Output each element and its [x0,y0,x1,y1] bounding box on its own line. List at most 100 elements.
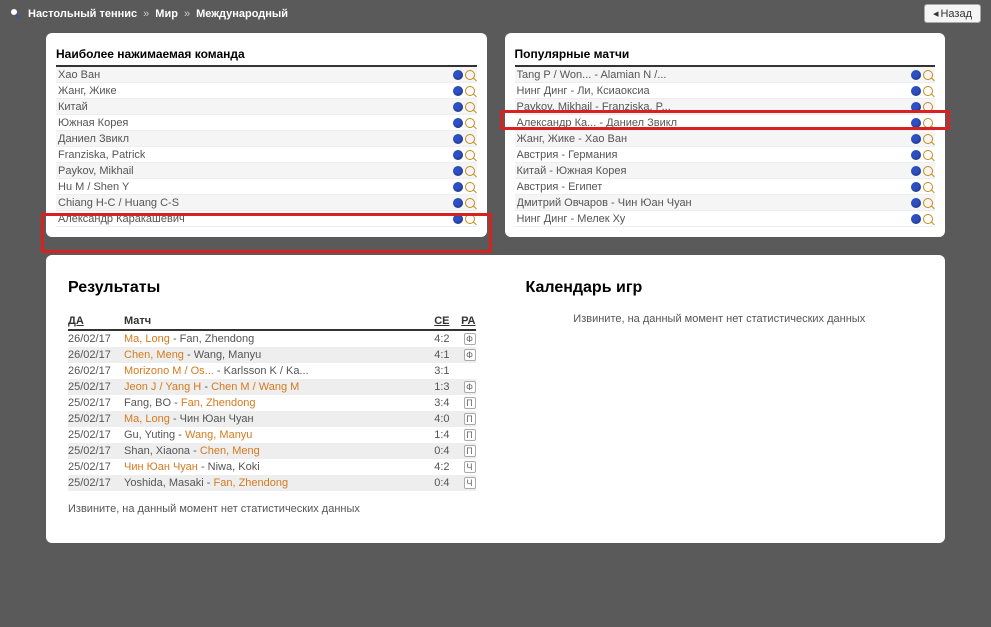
team-row[interactable]: Paykov, Mikhail [56,163,477,179]
home-link[interactable]: Чин Юан Чуан [124,461,198,473]
away-link[interactable]: Wang, Manyu [185,429,252,441]
home-link[interactable]: Ma, Long [124,413,170,425]
match-label: Александр Ка... - Даниел Звикл [517,117,678,129]
team-row[interactable]: Chiang H-C / Huang C-S [56,195,477,211]
match-row[interactable]: Нинг Динг - Ли, Ксиаоксиа [515,83,936,99]
result-date: 25/02/17 [68,477,124,489]
search-icon[interactable] [465,198,475,208]
match-row[interactable]: Tang P / Won... - Alamian N /... [515,67,936,83]
match-row[interactable]: Дмитрий Овчаров - Чин Юан Чуан [515,195,936,211]
search-icon[interactable] [923,86,933,96]
result-row[interactable]: 25/02/17 Чин Юан Чуан - Niwa, Koki 4:2 Ч [68,459,476,475]
match-row[interactable]: Paykov, Mikhail - Franziska, P... [515,99,936,115]
result-row[interactable]: 26/02/17 Chen, Meng - Wang, Manyu 4:1 Ф [68,347,476,363]
home-link[interactable]: Morizono M / Os... [124,365,214,377]
chevron-left-icon: ◂ [933,7,939,20]
dot-icon [911,166,921,176]
search-icon[interactable] [465,118,475,128]
home-team: Yoshida, Masaki [124,477,204,489]
search-icon[interactable] [923,102,933,112]
team-row[interactable]: Китай [56,99,477,115]
home-link[interactable]: Jeon J / Yang H [124,381,201,393]
col-pa[interactable]: РА [461,315,475,327]
dot-icon [453,70,463,80]
dot-icon [453,166,463,176]
team-row[interactable]: Hu M / Shen Y [56,179,477,195]
result-score: 4:2 [418,333,450,345]
back-button[interactable]: ◂ Назад [924,4,981,23]
away-link[interactable]: Fan, Zhendong [214,477,289,489]
match-row[interactable]: Жанг, Жике - Хао Ван [515,131,936,147]
team-row[interactable]: Жанг, Жике [56,83,477,99]
round-badge: П [464,413,476,425]
breadcrumb-sep: » [143,8,149,20]
breadcrumb-region[interactable]: Мир [155,8,178,20]
match-label: Китай - Южная Корея [517,165,627,177]
result-date: 26/02/17 [68,333,124,345]
result-score: 4:0 [418,413,450,425]
breadcrumb-sport[interactable]: Настольный теннис [28,8,137,20]
teams-panel: Наиболее нажимаемая команда Хао Ван Жанг… [46,33,487,237]
team-row[interactable]: Южная Корея [56,115,477,131]
match-row[interactable]: Австрия - Германия [515,147,936,163]
team-label: Хао Ван [58,69,100,81]
result-row[interactable]: 25/02/17 Yoshida, Masaki - Fan, Zhendong… [68,475,476,491]
result-row[interactable]: 26/02/17 Morizono M / Os... - Karlsson K… [68,363,476,379]
match-row[interactable]: Австрия - Египет [515,179,936,195]
search-icon[interactable] [923,118,933,128]
match-row[interactable]: Нинг Динг - Мелек Ху [515,211,936,227]
dot-icon [911,118,921,128]
home-link[interactable]: Chen, Meng [124,349,184,361]
team-row[interactable]: Даниел Звикл [56,131,477,147]
search-icon[interactable] [465,86,475,96]
result-row[interactable]: 26/02/17 Ma, Long - Fan, Zhendong 4:2 Ф [68,331,476,347]
round-badge: П [464,397,476,409]
search-icon[interactable] [465,182,475,192]
search-icon[interactable] [923,214,933,224]
team-row[interactable]: Хао Ван [56,67,477,83]
result-row[interactable]: 25/02/17 Shan, Xiaona - Chen, Meng 0:4 П [68,443,476,459]
round-badge: П [464,429,476,441]
search-icon[interactable] [923,134,933,144]
team-row[interactable]: Александр Каракашевич [56,211,477,227]
search-icon[interactable] [923,150,933,160]
result-row[interactable]: 25/02/17 Fang, BO - Fan, Zhendong 3:4 П [68,395,476,411]
search-icon[interactable] [465,70,475,80]
result-score: 1:3 [418,381,450,393]
result-score: 0:4 [418,477,450,489]
away-team: Fan, Zhendong [180,333,255,345]
breadcrumb-league[interactable]: Международный [196,8,288,20]
match-label: Австрия - Германия [517,149,618,161]
away-link[interactable]: Fan, Zhendong [181,397,256,409]
away-link[interactable]: Chen, Meng [200,445,260,457]
col-score[interactable]: СЕ [434,315,449,327]
search-icon[interactable] [465,150,475,160]
result-score: 0:4 [418,445,450,457]
breadcrumb-sep: » [184,8,190,20]
team-label: Franziska, Patrick [58,149,145,161]
search-icon[interactable] [923,198,933,208]
team-row[interactable]: Franziska, Patrick [56,147,477,163]
search-icon[interactable] [923,70,933,80]
result-row[interactable]: 25/02/17 Ma, Long - Чин Юан Чуан 4:0 П [68,411,476,427]
home-link[interactable]: Ma, Long [124,333,170,345]
match-label: Жанг, Жике - Хао Ван [517,133,628,145]
search-icon[interactable] [465,102,475,112]
team-label: Китай [58,101,88,113]
away-link[interactable]: Chen M / Wang M [211,381,299,393]
search-icon[interactable] [923,166,933,176]
search-icon[interactable] [465,166,475,176]
match-row[interactable]: Александр Ка... - Даниел Звикл [515,115,936,131]
match-label: Австрия - Египет [517,181,603,193]
search-icon[interactable] [465,134,475,144]
search-icon[interactable] [923,182,933,192]
dot-icon [911,70,921,80]
result-score: 1:4 [418,429,450,441]
search-icon[interactable] [465,214,475,224]
match-row[interactable]: Китай - Южная Корея [515,163,936,179]
topbar: Настольный теннис » Мир » Международный … [0,0,991,33]
result-score: 4:2 [418,461,450,473]
result-row[interactable]: 25/02/17 Jeon J / Yang H - Chen M / Wang… [68,379,476,395]
col-date[interactable]: ДА [68,315,84,327]
result-row[interactable]: 25/02/17 Gu, Yuting - Wang, Manyu 1:4 П [68,427,476,443]
